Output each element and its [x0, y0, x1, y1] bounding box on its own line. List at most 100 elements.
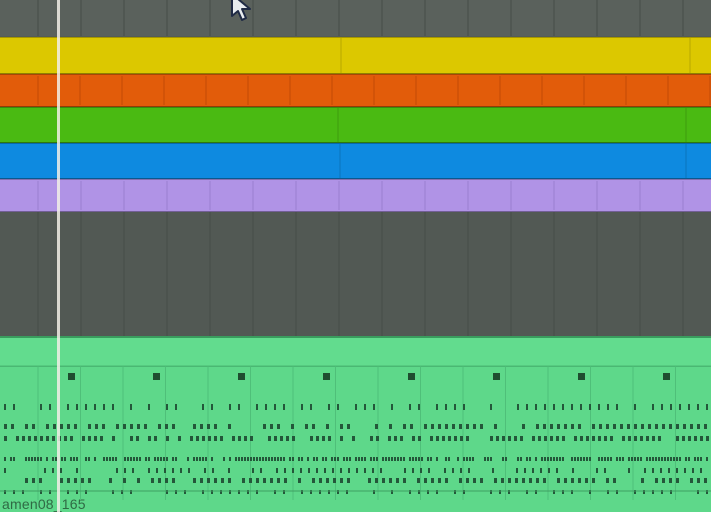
- waveform-mark: [196, 436, 199, 441]
- waveform-mark: [132, 468, 134, 473]
- waveform-mark: [291, 424, 294, 429]
- waveform-mark: [472, 457, 474, 461]
- waveform-mark: [124, 468, 126, 473]
- waveform-mark: [52, 468, 54, 473]
- waveform-mark: [688, 436, 691, 441]
- waveform-mark: [592, 478, 595, 483]
- waveform-mark: [592, 436, 595, 441]
- waveform-mark: [292, 457, 294, 461]
- waveform-mark: [679, 457, 681, 461]
- waveform-mark: [649, 457, 651, 461]
- waveform-mark: [418, 404, 420, 410]
- transient-marker: [238, 373, 245, 380]
- waveform-mark: [52, 436, 55, 441]
- waveform-mark: [637, 457, 639, 461]
- waveform-mark: [535, 457, 537, 461]
- playhead-line[interactable]: [57, 0, 60, 512]
- waveform-mark: [421, 457, 423, 461]
- waveform-mark: [706, 436, 709, 441]
- waveform-mark: [697, 404, 699, 410]
- waveform-mark: [445, 424, 448, 429]
- waveform-mark: [252, 468, 254, 473]
- waveform-mark: [373, 457, 375, 461]
- waveform-mark: [166, 436, 169, 441]
- waveform-mark: [431, 478, 434, 483]
- waveform-mark: [115, 457, 117, 461]
- waveform-mark: [277, 478, 280, 483]
- waveform-mark: [694, 457, 696, 461]
- waveform-mark: [403, 424, 406, 429]
- waveform-mark: [669, 424, 672, 429]
- grid-overlay: [0, 0, 711, 500]
- waveform-mark: [473, 424, 476, 429]
- waveform-mark: [88, 457, 90, 461]
- waveform-mark: [589, 457, 591, 461]
- waveform-mark: [409, 457, 411, 461]
- waveform-mark: [544, 436, 547, 441]
- waveform-mark: [270, 478, 273, 483]
- waveform-mark: [517, 457, 519, 461]
- waveform-mark: [16, 436, 19, 441]
- waveform-mark: [193, 424, 196, 429]
- waveform-mark: [228, 424, 231, 429]
- waveform-mark: [634, 457, 636, 461]
- waveform-mark: [67, 404, 69, 410]
- waveform-mark: [704, 424, 707, 429]
- waveform-mark: [420, 468, 422, 473]
- waveform-mark: [310, 404, 312, 410]
- waveform-mark: [260, 468, 262, 473]
- waveform-mark: [376, 457, 378, 461]
- waveform-mark: [697, 478, 700, 483]
- waveform-mark: [394, 436, 397, 441]
- waveform-mark: [292, 468, 294, 473]
- waveform-mark: [158, 478, 161, 483]
- waveform-mark: [652, 468, 654, 473]
- waveform-mark: [238, 457, 240, 461]
- waveform-mark: [606, 424, 609, 429]
- waveform-mark: [550, 436, 553, 441]
- waveform-mark: [60, 424, 63, 429]
- waveform-mark: [52, 457, 54, 461]
- waveform-mark: [564, 424, 567, 429]
- waveform-mark: [112, 457, 114, 461]
- waveform-mark: [49, 404, 51, 410]
- waveform-mark: [34, 436, 37, 441]
- waveform-mark: [553, 404, 555, 410]
- waveform-mark: [382, 478, 385, 483]
- waveform-mark: [706, 457, 708, 461]
- transient-marker: [153, 373, 160, 380]
- waveform-mark: [123, 424, 126, 429]
- transient-marker: [493, 373, 500, 380]
- waveform-mark: [397, 457, 399, 461]
- waveform-mark: [380, 468, 382, 473]
- arrangement-view[interactable]: amen08_165: [0, 0, 711, 512]
- waveform-mark: [620, 424, 623, 429]
- waveform-mark: [53, 424, 56, 429]
- waveform-mark: [274, 436, 277, 441]
- waveform-mark: [256, 457, 258, 461]
- waveform-mark: [193, 457, 195, 461]
- waveform-mark: [438, 478, 441, 483]
- waveform-mark: [592, 424, 595, 429]
- waveform-mark: [412, 457, 414, 461]
- waveform-mark: [94, 457, 96, 461]
- waveform-mark: [522, 424, 525, 429]
- waveform-mark: [540, 468, 542, 473]
- waveform-mark: [130, 424, 133, 429]
- waveform-mark: [520, 436, 523, 441]
- waveform-mark: [221, 478, 224, 483]
- waveform-mark: [448, 436, 451, 441]
- waveform-mark: [73, 457, 75, 461]
- waveform-mark: [4, 424, 7, 429]
- waveform-mark: [301, 404, 303, 410]
- waveform-mark: [550, 424, 553, 429]
- waveform-mark: [547, 457, 549, 461]
- waveform-mark: [284, 478, 287, 483]
- waveform-mark: [316, 457, 318, 461]
- waveform-mark: [74, 478, 77, 483]
- waveform-mark: [116, 468, 118, 473]
- waveform-mark: [685, 457, 687, 461]
- waveform-mark: [316, 468, 318, 473]
- waveform-mark: [559, 457, 561, 461]
- waveform-mark: [180, 468, 182, 473]
